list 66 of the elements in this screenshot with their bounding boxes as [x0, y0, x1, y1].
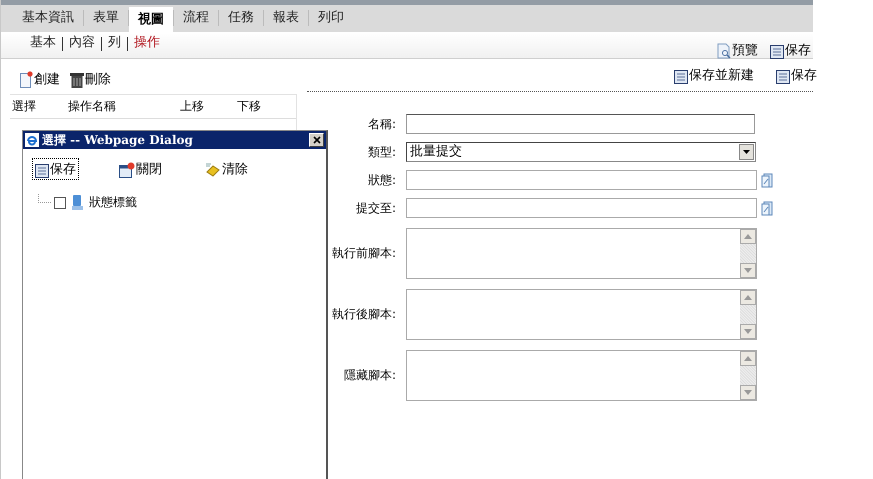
tab[interactable]: 任務	[219, 8, 263, 32]
save-icon	[35, 164, 49, 178]
create-button[interactable]: 創建	[20, 70, 60, 88]
sub-tab[interactable]: 操作	[130, 33, 164, 51]
script-field[interactable]	[406, 289, 757, 340]
tab[interactable]: 基本資訊	[13, 8, 83, 32]
save-icon	[776, 70, 790, 84]
name-field[interactable]	[406, 114, 755, 134]
field-label: 名稱:	[366, 116, 397, 132]
clipboard-icon[interactable]	[761, 172, 775, 188]
caret-icon	[739, 144, 754, 160]
sub-tab[interactable]: 基本	[26, 33, 60, 51]
tab[interactable]: 表單	[84, 8, 128, 32]
close-button[interactable]: 關閉	[116, 158, 165, 180]
save-button[interactable]: 保存	[32, 158, 79, 180]
script-field[interactable]	[406, 228, 757, 279]
tab[interactable]: 報表	[264, 8, 308, 32]
up-arrow-icon[interactable]	[744, 356, 752, 361]
sub-tab[interactable]: 內容	[65, 33, 99, 51]
scrollbar[interactable]	[740, 229, 756, 278]
column-header: 上移	[180, 98, 205, 115]
browser-icon	[25, 133, 39, 147]
save-button[interactable]: 保存	[776, 66, 817, 84]
scrollbar[interactable]	[740, 351, 756, 400]
window-title: 選擇 -- Webpage Dialog	[42, 132, 194, 148]
save-icon	[770, 45, 784, 59]
sub-tab[interactable]: 列	[104, 33, 125, 51]
eraser-icon	[205, 162, 221, 178]
tab[interactable]: 視圖	[129, 7, 173, 32]
up-arrow-icon[interactable]	[744, 295, 752, 300]
close-icon	[312, 136, 320, 144]
column-header: 操作名稱	[68, 98, 117, 115]
tab[interactable]: 列印	[309, 8, 353, 32]
save-button[interactable]: 保存並新建	[674, 66, 754, 84]
trash-icon	[70, 72, 84, 88]
column-header: 選擇	[12, 98, 37, 115]
new-document-icon	[20, 70, 33, 88]
field-label: 執行前腳本:	[330, 245, 397, 262]
field-label: 隱藏腳本:	[342, 367, 397, 384]
up-arrow-icon[interactable]	[744, 234, 752, 239]
type-select[interactable]: 批量提交	[406, 142, 756, 162]
down-arrow-icon[interactable]	[744, 390, 752, 395]
save-icon	[674, 70, 688, 84]
document-magnifier-icon	[717, 43, 731, 59]
input-field[interactable]	[406, 198, 757, 218]
window-close-icon	[119, 162, 135, 178]
delete-button[interactable]: 刪除	[70, 70, 111, 88]
script-field[interactable]	[406, 350, 757, 401]
scrollbar[interactable]	[740, 290, 756, 339]
field-label: 狀態:	[366, 172, 397, 188]
preview-button[interactable]: 預覽	[717, 41, 758, 59]
tab[interactable]: 流程	[174, 8, 218, 32]
column-header: 下移	[237, 98, 262, 115]
field-label: 類型:	[366, 144, 397, 160]
field-label: 執行後腳本:	[330, 306, 397, 323]
clipboard-icon[interactable]	[761, 200, 775, 216]
tree-item[interactable]: 狀態標籤	[89, 194, 137, 211]
clear-button[interactable]: 清除	[202, 158, 251, 180]
input-field[interactable]	[406, 170, 757, 190]
close-button[interactable]	[309, 133, 324, 147]
save-button[interactable]: 保存	[770, 41, 811, 59]
down-arrow-icon[interactable]	[744, 268, 752, 273]
field-label: 提交至:	[354, 200, 397, 216]
checkbox[interactable]	[54, 196, 66, 208]
computer-icon	[72, 195, 83, 210]
down-arrow-icon[interactable]	[744, 329, 752, 334]
